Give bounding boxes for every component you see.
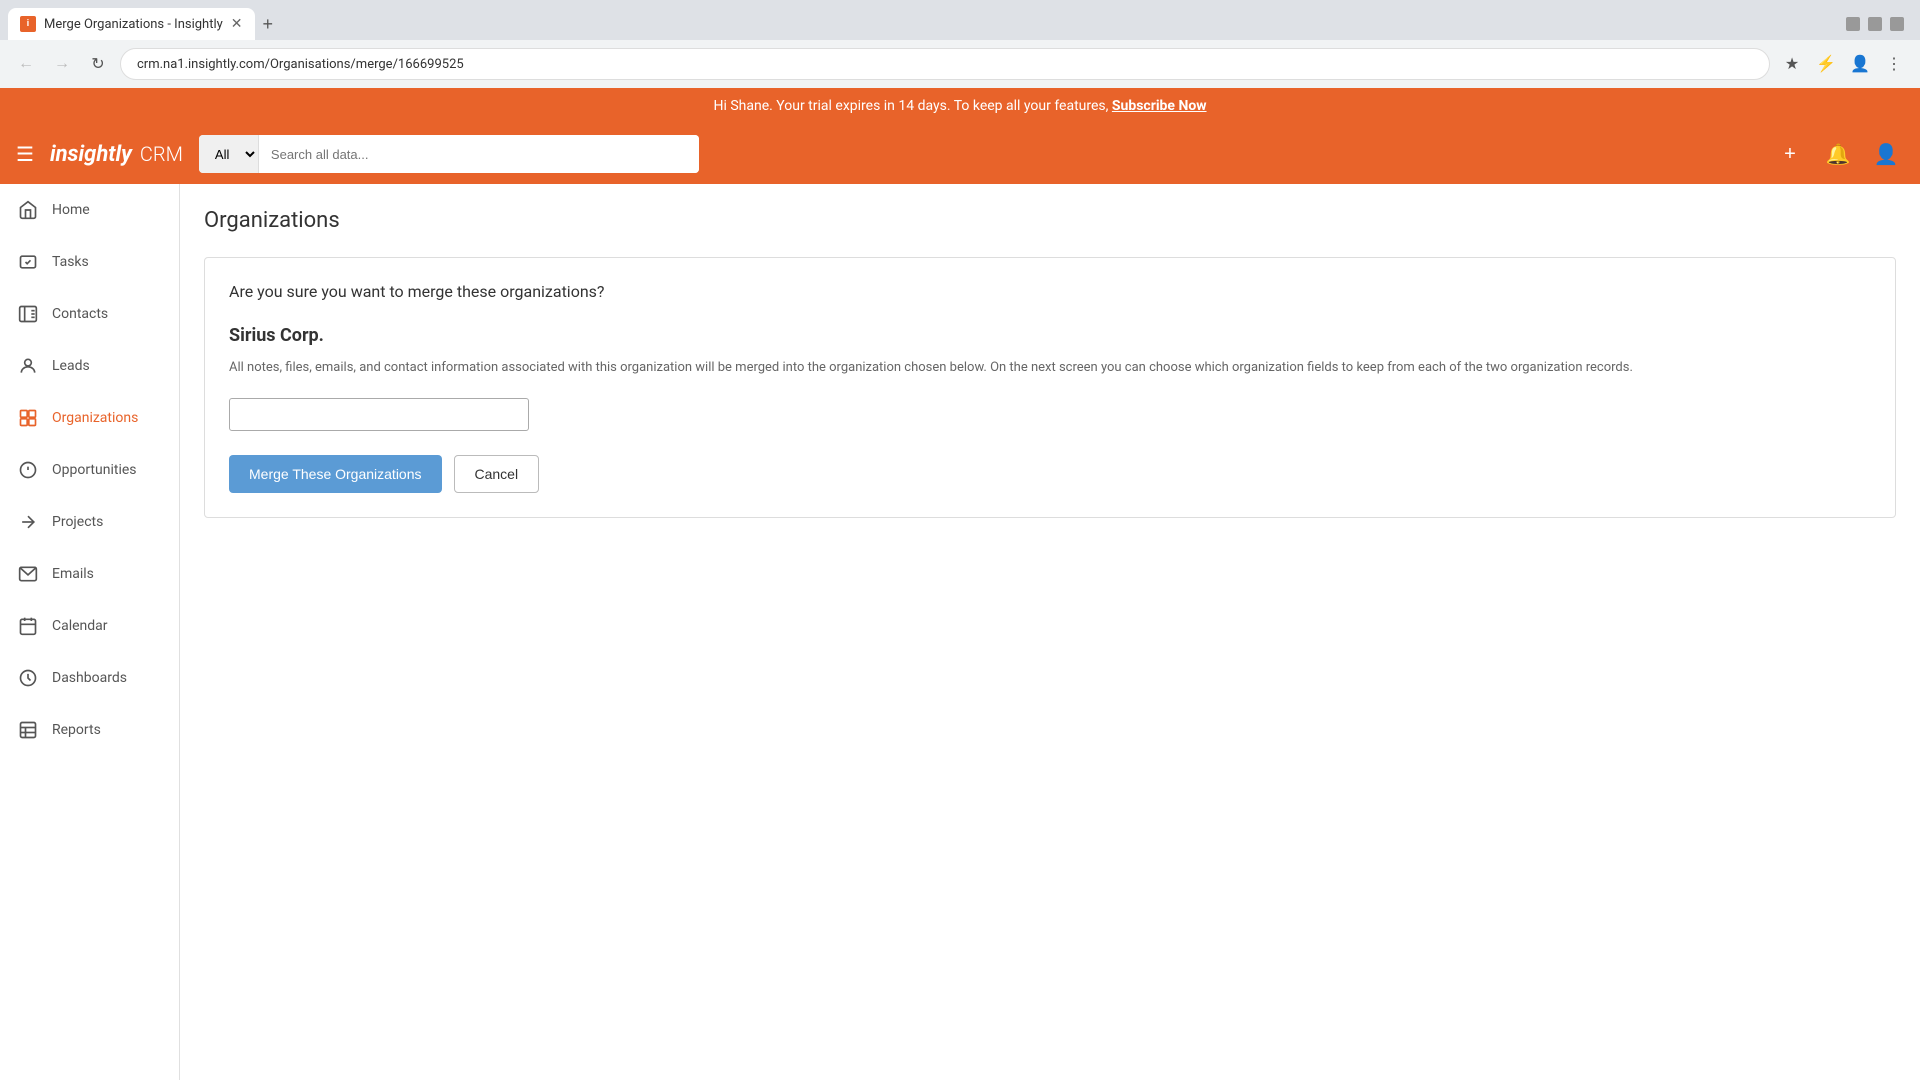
- sidebar-item-opportunities[interactable]: Opportunities: [0, 444, 179, 496]
- opportunities-icon: [16, 458, 40, 482]
- profile-button[interactable]: 👤: [1846, 50, 1874, 78]
- sidebar-item-dashboards[interactable]: Dashboards: [0, 652, 179, 704]
- sidebar-label-reports: Reports: [52, 722, 101, 738]
- sidebar-item-contacts[interactable]: Contacts: [0, 288, 179, 340]
- button-row: Merge These Organizations Cancel: [229, 455, 1871, 493]
- extensions-button[interactable]: ⚡: [1812, 50, 1840, 78]
- projects-icon: [16, 510, 40, 534]
- calendar-icon: [16, 614, 40, 638]
- address-bar[interactable]: crm.na1.insightly.com/Organisations/merg…: [120, 48, 1770, 80]
- merge-question: Are you sure you want to merge these org…: [229, 282, 1871, 301]
- sidebar-label-emails: Emails: [52, 566, 94, 582]
- window-maximize[interactable]: [1868, 17, 1882, 31]
- page-content: Organizations Are you sure you want to m…: [180, 184, 1920, 1080]
- browser-toolbar: ← → ↻ crm.na1.insightly.com/Organisation…: [0, 40, 1920, 88]
- merge-description: All notes, files, emails, and contact in…: [229, 358, 1871, 378]
- notifications-button[interactable]: 🔔: [1820, 136, 1856, 172]
- sidebar-label-opportunities: Opportunities: [52, 462, 137, 478]
- emails-icon: [16, 562, 40, 586]
- sidebar-label-leads: Leads: [52, 358, 90, 374]
- search-dropdown[interactable]: All: [199, 135, 259, 173]
- sidebar-item-emails[interactable]: Emails: [0, 548, 179, 600]
- sidebar-item-reports[interactable]: Reports: [0, 704, 179, 756]
- bookmark-button[interactable]: ★: [1778, 50, 1806, 78]
- hamburger-button[interactable]: ☰: [16, 142, 34, 167]
- reports-icon: [16, 718, 40, 742]
- user-avatar[interactable]: 👤: [1868, 136, 1904, 172]
- tasks-icon: [16, 250, 40, 274]
- forward-button[interactable]: →: [48, 50, 76, 78]
- trial-banner: Hi Shane. Your trial expires in 14 days.…: [0, 88, 1920, 124]
- reload-button[interactable]: ↻: [84, 50, 112, 78]
- banner-message: Hi Shane. Your trial expires in 14 days.…: [713, 98, 1108, 114]
- new-tab-button[interactable]: +: [255, 14, 282, 35]
- search-box: All: [199, 135, 699, 173]
- main-layout: Home Tasks Contacts Leads: [0, 184, 1920, 1080]
- sidebar-item-home[interactable]: Home: [0, 184, 179, 236]
- add-button[interactable]: +: [1772, 136, 1808, 172]
- merge-button[interactable]: Merge These Organizations: [229, 455, 442, 493]
- sidebar-item-calendar[interactable]: Calendar: [0, 600, 179, 652]
- sidebar-label-home: Home: [52, 202, 90, 218]
- tab-bar: i Merge Organizations - Insightly ✕ +: [0, 0, 1920, 40]
- sidebar-label-contacts: Contacts: [52, 306, 108, 322]
- home-icon: [16, 198, 40, 222]
- app-header: ☰ insightly CRM All + 🔔 👤: [0, 124, 1920, 184]
- sidebar-item-leads[interactable]: Leads: [0, 340, 179, 392]
- sidebar-label-tasks: Tasks: [52, 254, 89, 270]
- search-area: All: [199, 135, 1756, 173]
- window-minimize[interactable]: [1846, 17, 1860, 31]
- sidebar-item-projects[interactable]: Projects: [0, 496, 179, 548]
- organizations-icon: [16, 406, 40, 430]
- url-text: crm.na1.insightly.com/Organisations/merg…: [137, 57, 464, 72]
- settings-button[interactable]: ⋮: [1880, 50, 1908, 78]
- crm-label: CRM: [140, 142, 183, 166]
- cancel-button[interactable]: Cancel: [454, 455, 540, 493]
- sidebar-item-tasks[interactable]: Tasks: [0, 236, 179, 288]
- sidebar-item-organizations[interactable]: Organizations: [0, 392, 179, 444]
- app-wrapper: Hi Shane. Your trial expires in 14 days.…: [0, 88, 1920, 1080]
- content-area: Organizations Are you sure you want to m…: [180, 184, 1920, 1080]
- merge-target-input[interactable]: [229, 398, 529, 431]
- search-input[interactable]: [259, 135, 699, 173]
- sidebar-label-dashboards: Dashboards: [52, 670, 127, 686]
- merge-card: Are you sure you want to merge these org…: [204, 257, 1896, 518]
- sidebar-label-projects: Projects: [52, 514, 103, 530]
- dashboards-icon: [16, 666, 40, 690]
- header-actions: + 🔔 👤: [1772, 136, 1904, 172]
- tab-favicon: i: [20, 16, 36, 32]
- sidebar-label-calendar: Calendar: [52, 618, 108, 634]
- sidebar: Home Tasks Contacts Leads: [0, 184, 180, 1080]
- org-name: Sirius Corp.: [229, 325, 1871, 346]
- logo-text: insightly: [50, 142, 132, 167]
- leads-icon: [16, 354, 40, 378]
- active-tab[interactable]: i Merge Organizations - Insightly ✕: [8, 8, 255, 40]
- contacts-icon: [16, 302, 40, 326]
- logo-area: insightly CRM: [50, 142, 183, 167]
- tab-title: Merge Organizations - Insightly: [44, 17, 223, 32]
- window-close[interactable]: [1890, 17, 1904, 31]
- browser-chrome: i Merge Organizations - Insightly ✕ + ← …: [0, 0, 1920, 88]
- page-title: Organizations: [204, 208, 1896, 233]
- back-button[interactable]: ←: [12, 50, 40, 78]
- sidebar-label-organizations: Organizations: [52, 410, 138, 426]
- tab-close-button[interactable]: ✕: [231, 16, 243, 32]
- subscribe-link[interactable]: Subscribe Now: [1112, 98, 1207, 114]
